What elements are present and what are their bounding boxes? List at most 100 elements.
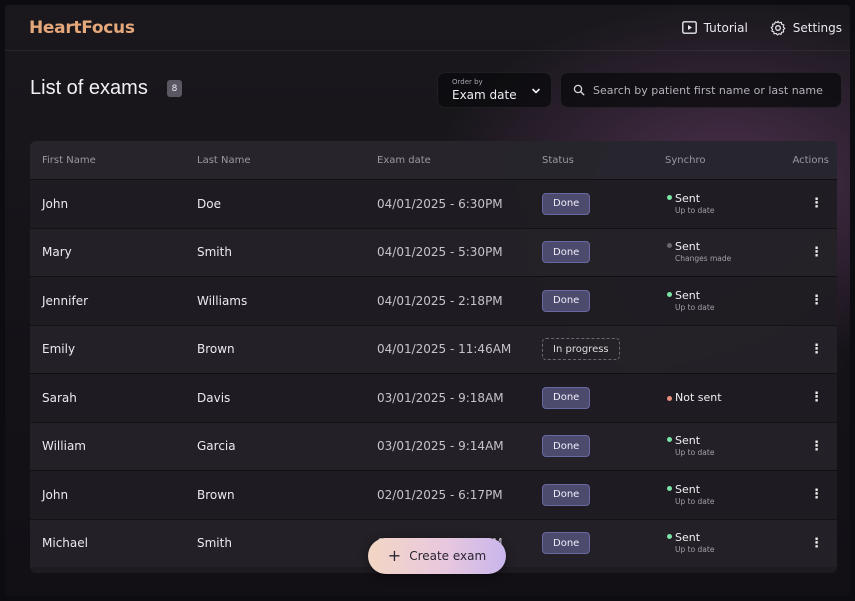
synchro-cell: Sent Changes made bbox=[655, 240, 782, 264]
last-name-cell: Smith bbox=[197, 245, 232, 260]
kebab-icon[interactable]: ⋮ bbox=[810, 536, 823, 551]
settings-label: Settings bbox=[792, 20, 842, 35]
exam-date-cell: 04/01/2025 - 2:18PM bbox=[377, 293, 503, 308]
tutorial-label: Tutorial bbox=[703, 20, 748, 35]
exam-date-cell: 03/01/2025 - 9:14AM bbox=[377, 439, 504, 454]
first-name-cell: Jennifer bbox=[42, 293, 89, 308]
status-cell: Done bbox=[530, 289, 655, 312]
synchro-label: Sent bbox=[675, 288, 701, 302]
status-badge: Done bbox=[542, 386, 591, 409]
top-nav: Tutorial Settings bbox=[681, 20, 842, 36]
status-dot-icon bbox=[667, 485, 672, 491]
status-dot-icon bbox=[667, 291, 672, 297]
status-cell: Done bbox=[530, 483, 655, 506]
table-row[interactable]: William Garcia 03/01/2025 - 9:14AM Done … bbox=[30, 421, 837, 470]
column-header-synchro[interactable]: Synchro bbox=[655, 155, 782, 166]
status-cell: Done bbox=[530, 192, 655, 215]
table-row[interactable]: Mary Smith 04/01/2025 - 5:30PM Done Sent… bbox=[30, 227, 837, 276]
exam-date-cell: 04/01/2025 - 6:30PM bbox=[377, 196, 503, 211]
create-exam-button[interactable]: + Create exam bbox=[368, 538, 506, 574]
kebab-icon[interactable]: ⋮ bbox=[810, 245, 823, 260]
synchro-sublabel: Up to date bbox=[675, 448, 715, 458]
synchro-cell: Sent Up to date bbox=[655, 531, 782, 554]
synchro-label: Sent bbox=[675, 434, 701, 448]
status-cell: Done bbox=[530, 532, 655, 555]
status-dot-icon bbox=[667, 534, 672, 540]
synchro-label: Sent bbox=[675, 240, 701, 254]
synchro-sublabel: Changes made bbox=[675, 254, 732, 264]
synchro-label: Sent bbox=[675, 531, 701, 545]
exams-table: First Name Last Name Exam date Status Sy… bbox=[30, 141, 837, 573]
last-name-cell: Davis bbox=[197, 390, 231, 405]
first-name-cell: Emily bbox=[42, 342, 76, 357]
synchro-cell: Sent Up to date bbox=[655, 434, 782, 458]
synchro-status: Sent Up to date bbox=[667, 191, 782, 215]
first-name-cell: John bbox=[42, 487, 69, 502]
app-logo: HeartFocus bbox=[29, 17, 135, 38]
synchro-label: Not sent bbox=[675, 390, 722, 404]
table-row[interactable]: Emily Brown 04/01/2025 - 11:46AM In prog… bbox=[30, 324, 837, 373]
search-icon bbox=[573, 84, 585, 96]
kebab-icon[interactable]: ⋮ bbox=[810, 342, 823, 357]
synchro-sublabel: Up to date bbox=[675, 205, 715, 215]
synchro-status: Not sent bbox=[667, 390, 782, 404]
table-row[interactable]: John Doe 04/01/2025 - 6:30PM Done Sent U… bbox=[30, 179, 837, 228]
kebab-icon[interactable]: ⋮ bbox=[810, 196, 823, 211]
synchro-cell: Not sent bbox=[655, 390, 782, 404]
status-cell: Done bbox=[530, 435, 655, 458]
actions-cell: ⋮ bbox=[782, 245, 837, 260]
status-cell: Done bbox=[530, 241, 655, 264]
status-badge: Done bbox=[542, 192, 591, 215]
status-badge: Done bbox=[542, 435, 591, 458]
kebab-icon[interactable]: ⋮ bbox=[810, 439, 823, 454]
exam-date-cell: 02/01/2025 - 6:17PM bbox=[377, 487, 503, 502]
kebab-icon[interactable]: ⋮ bbox=[810, 487, 823, 502]
app-frame: HeartFocus Tutorial Settings List of exa… bbox=[5, 5, 850, 596]
column-header-status[interactable]: Status bbox=[530, 155, 655, 166]
synchro-label: Sent bbox=[675, 191, 701, 205]
synchro-label: Sent bbox=[675, 482, 701, 496]
actions-cell: ⋮ bbox=[782, 196, 837, 211]
synchro-cell: Sent Up to date bbox=[655, 288, 782, 312]
kebab-icon[interactable]: ⋮ bbox=[810, 390, 823, 405]
first-name-cell: Mary bbox=[42, 245, 72, 260]
column-header-first-name[interactable]: First Name bbox=[30, 155, 185, 166]
actions-cell: ⋮ bbox=[782, 342, 837, 357]
status-badge: Done bbox=[542, 483, 591, 506]
plus-icon: + bbox=[387, 546, 402, 565]
table-row[interactable]: Jennifer Williams 04/01/2025 - 2:18PM Do… bbox=[30, 276, 837, 325]
first-name-cell: Sarah bbox=[42, 390, 77, 405]
status-cell: Done bbox=[530, 386, 655, 409]
actions-cell: ⋮ bbox=[782, 293, 837, 308]
column-header-exam-date[interactable]: Exam date bbox=[365, 155, 530, 166]
tutorial-button[interactable]: Tutorial bbox=[681, 20, 748, 35]
order-by-select[interactable]: Order by Exam date bbox=[437, 72, 552, 108]
kebab-icon[interactable]: ⋮ bbox=[810, 293, 823, 308]
page-title: List of exams bbox=[30, 77, 148, 99]
last-name-cell: Williams bbox=[197, 293, 248, 308]
last-name-cell: Doe bbox=[197, 196, 221, 211]
top-bar: HeartFocus Tutorial Settings bbox=[5, 5, 850, 51]
first-name-cell: Michael bbox=[42, 536, 88, 551]
order-by-value: Exam date bbox=[452, 88, 517, 102]
synchro-sublabel: Up to date bbox=[675, 302, 715, 312]
column-header-actions: Actions bbox=[792, 154, 829, 166]
table-row[interactable]: Sarah Davis 03/01/2025 - 9:18AM Done Not… bbox=[30, 373, 837, 422]
status-badge: Done bbox=[542, 289, 591, 312]
last-name-cell: Brown bbox=[197, 342, 235, 357]
table-row[interactable]: John Brown 02/01/2025 - 6:17PM Done Sent… bbox=[30, 470, 837, 519]
status-dot-icon bbox=[667, 437, 672, 443]
synchro-status: Sent Up to date bbox=[667, 482, 782, 506]
column-header-last-name[interactable]: Last Name bbox=[185, 155, 365, 166]
search-input[interactable] bbox=[593, 83, 841, 97]
status-badge: Done bbox=[542, 241, 591, 264]
play-icon bbox=[681, 21, 697, 34]
last-name-cell: Smith bbox=[197, 536, 232, 551]
status-badge: Done bbox=[542, 532, 591, 555]
settings-button[interactable]: Settings bbox=[770, 20, 842, 36]
actions-cell: ⋮ bbox=[782, 439, 837, 454]
synchro-cell: Sent Up to date bbox=[655, 482, 782, 506]
synchro-cell: Sent Up to date bbox=[655, 191, 782, 215]
table-header: First Name Last Name Exam date Status Sy… bbox=[30, 141, 837, 179]
actions-cell: ⋮ bbox=[782, 487, 837, 502]
